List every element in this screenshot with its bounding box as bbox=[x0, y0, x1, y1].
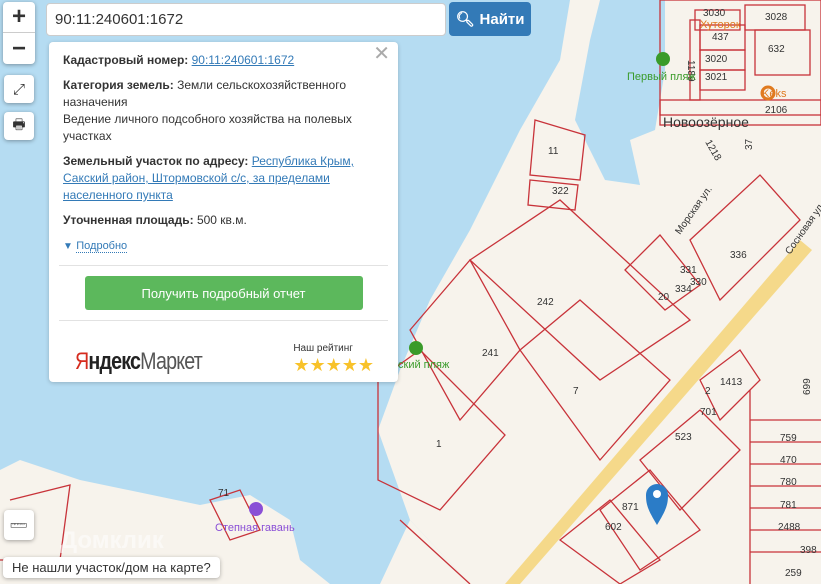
parcel-number[interactable]: 602 bbox=[605, 522, 622, 533]
parcel-number[interactable]: 331 bbox=[680, 265, 697, 276]
address-label: Земельный участок по адресу: bbox=[63, 154, 249, 168]
parcel-number[interactable]: 701 bbox=[700, 407, 717, 418]
search-button-label: Найти bbox=[479, 10, 525, 28]
parcel-number[interactable]: 7 bbox=[573, 386, 579, 397]
cad-number-link[interactable]: 90:11:240601:1672 bbox=[192, 53, 295, 67]
cad-label: Кадастровый номер: bbox=[63, 53, 189, 67]
parcel-number[interactable]: 523 bbox=[675, 432, 692, 443]
beach-icon[interactable] bbox=[656, 52, 670, 66]
parcel-number[interactable]: 3021 bbox=[705, 72, 728, 83]
use-value: Ведение личного подсобного хозяйства на … bbox=[63, 112, 352, 143]
map-place-label: Хуторок bbox=[700, 19, 741, 31]
printer-icon: 🖶 bbox=[12, 116, 26, 132]
rating-stars: ★★★★★ bbox=[293, 355, 374, 375]
cadastral-search-input[interactable] bbox=[46, 3, 446, 36]
parcel-number[interactable]: 2 bbox=[705, 386, 711, 397]
parcel-number[interactable]: 3030 bbox=[703, 8, 726, 19]
parcel-number[interactable]: 241 bbox=[482, 348, 499, 359]
close-icon[interactable]: ✕ bbox=[373, 44, 390, 64]
area-label: Уточненная площадь: bbox=[63, 213, 194, 227]
map-place-label: Первый пляж bbox=[627, 71, 696, 83]
parcel-number[interactable]: 3020 bbox=[705, 54, 728, 65]
divider bbox=[59, 320, 388, 321]
expand-icon: ⤢ bbox=[12, 80, 25, 98]
parcel-number[interactable]: 780 bbox=[780, 477, 797, 488]
parcel-number[interactable]: 71 bbox=[218, 488, 230, 499]
search-button[interactable]: 🔍︎ Найти bbox=[449, 2, 531, 36]
ruler-icon: 📏︎ bbox=[6, 512, 31, 537]
parcel-number[interactable]: 781 bbox=[780, 500, 797, 511]
ruler-button[interactable]: 📏︎ bbox=[4, 510, 34, 540]
rating: Наш рейтинг ★★★★★ bbox=[293, 340, 374, 374]
parcel-number[interactable]: 3028 bbox=[765, 12, 788, 23]
parcel-number[interactable]: 322 bbox=[552, 186, 569, 197]
parcel-number[interactable]: 759 bbox=[780, 433, 797, 444]
zoom-control: + − bbox=[3, 2, 35, 64]
parcel-number[interactable]: 871 bbox=[622, 502, 639, 513]
parcel-number[interactable]: 259 bbox=[785, 568, 802, 579]
map-place-label: ский пляж bbox=[398, 359, 450, 371]
zoom-in-button[interactable]: + bbox=[3, 2, 35, 33]
parcel-number[interactable]: 2106 bbox=[765, 105, 788, 116]
parcel-number[interactable]: 437 bbox=[712, 32, 729, 43]
parcel-number[interactable]: 20 bbox=[658, 292, 670, 303]
map-place-label: Степная гавань bbox=[215, 522, 295, 534]
more-details-link[interactable]: Подробно bbox=[76, 240, 128, 253]
parcel-number[interactable]: 37 bbox=[744, 138, 755, 150]
parcel-number[interactable]: 11 bbox=[548, 146, 559, 157]
parcel-number[interactable]: 242 bbox=[537, 297, 554, 308]
zoom-out-button[interactable]: − bbox=[3, 33, 35, 64]
area-value: 500 кв.м. bbox=[196, 213, 247, 227]
divider bbox=[59, 265, 388, 266]
parcel-number[interactable]: 1413 bbox=[720, 377, 743, 388]
parcel-number[interactable]: 699 bbox=[802, 378, 813, 395]
print-button[interactable]: 🖶 bbox=[4, 112, 34, 140]
beach-icon[interactable] bbox=[409, 341, 423, 355]
caret-down-icon: ▼ bbox=[63, 241, 73, 252]
domclick-watermark: Домклик bbox=[60, 527, 165, 554]
parcel-number[interactable]: 470 bbox=[780, 455, 797, 466]
parcel-number[interactable]: 398 bbox=[800, 545, 817, 556]
parcel-number[interactable]: 1 bbox=[436, 439, 442, 450]
parcel-number[interactable]: 330 bbox=[690, 277, 707, 288]
parcel-info-popup: ✕ Кадастровый номер: 90:11:240601:1672 К… bbox=[49, 42, 398, 382]
parcel-number[interactable]: 632 bbox=[768, 44, 785, 55]
get-report-button[interactable]: Получить подробный отчет bbox=[84, 276, 363, 310]
parcel-number[interactable]: 334 bbox=[675, 284, 692, 295]
fullscreen-button[interactable]: ⤢ bbox=[4, 75, 34, 103]
not-found-button[interactable]: Не нашли участок/дом на карте? bbox=[3, 557, 220, 578]
harbor-icon[interactable] bbox=[249, 502, 263, 516]
parcel-number[interactable]: 2488 bbox=[778, 522, 801, 533]
category-label: Категория земель: bbox=[63, 78, 174, 92]
map-place-label: Новоозёрное bbox=[663, 114, 749, 130]
parcel-number[interactable]: 336 bbox=[730, 250, 747, 261]
yandex-market-logo[interactable]: ЯндексМаркет bbox=[75, 350, 203, 374]
search-icon: 🔍︎ bbox=[455, 11, 475, 28]
